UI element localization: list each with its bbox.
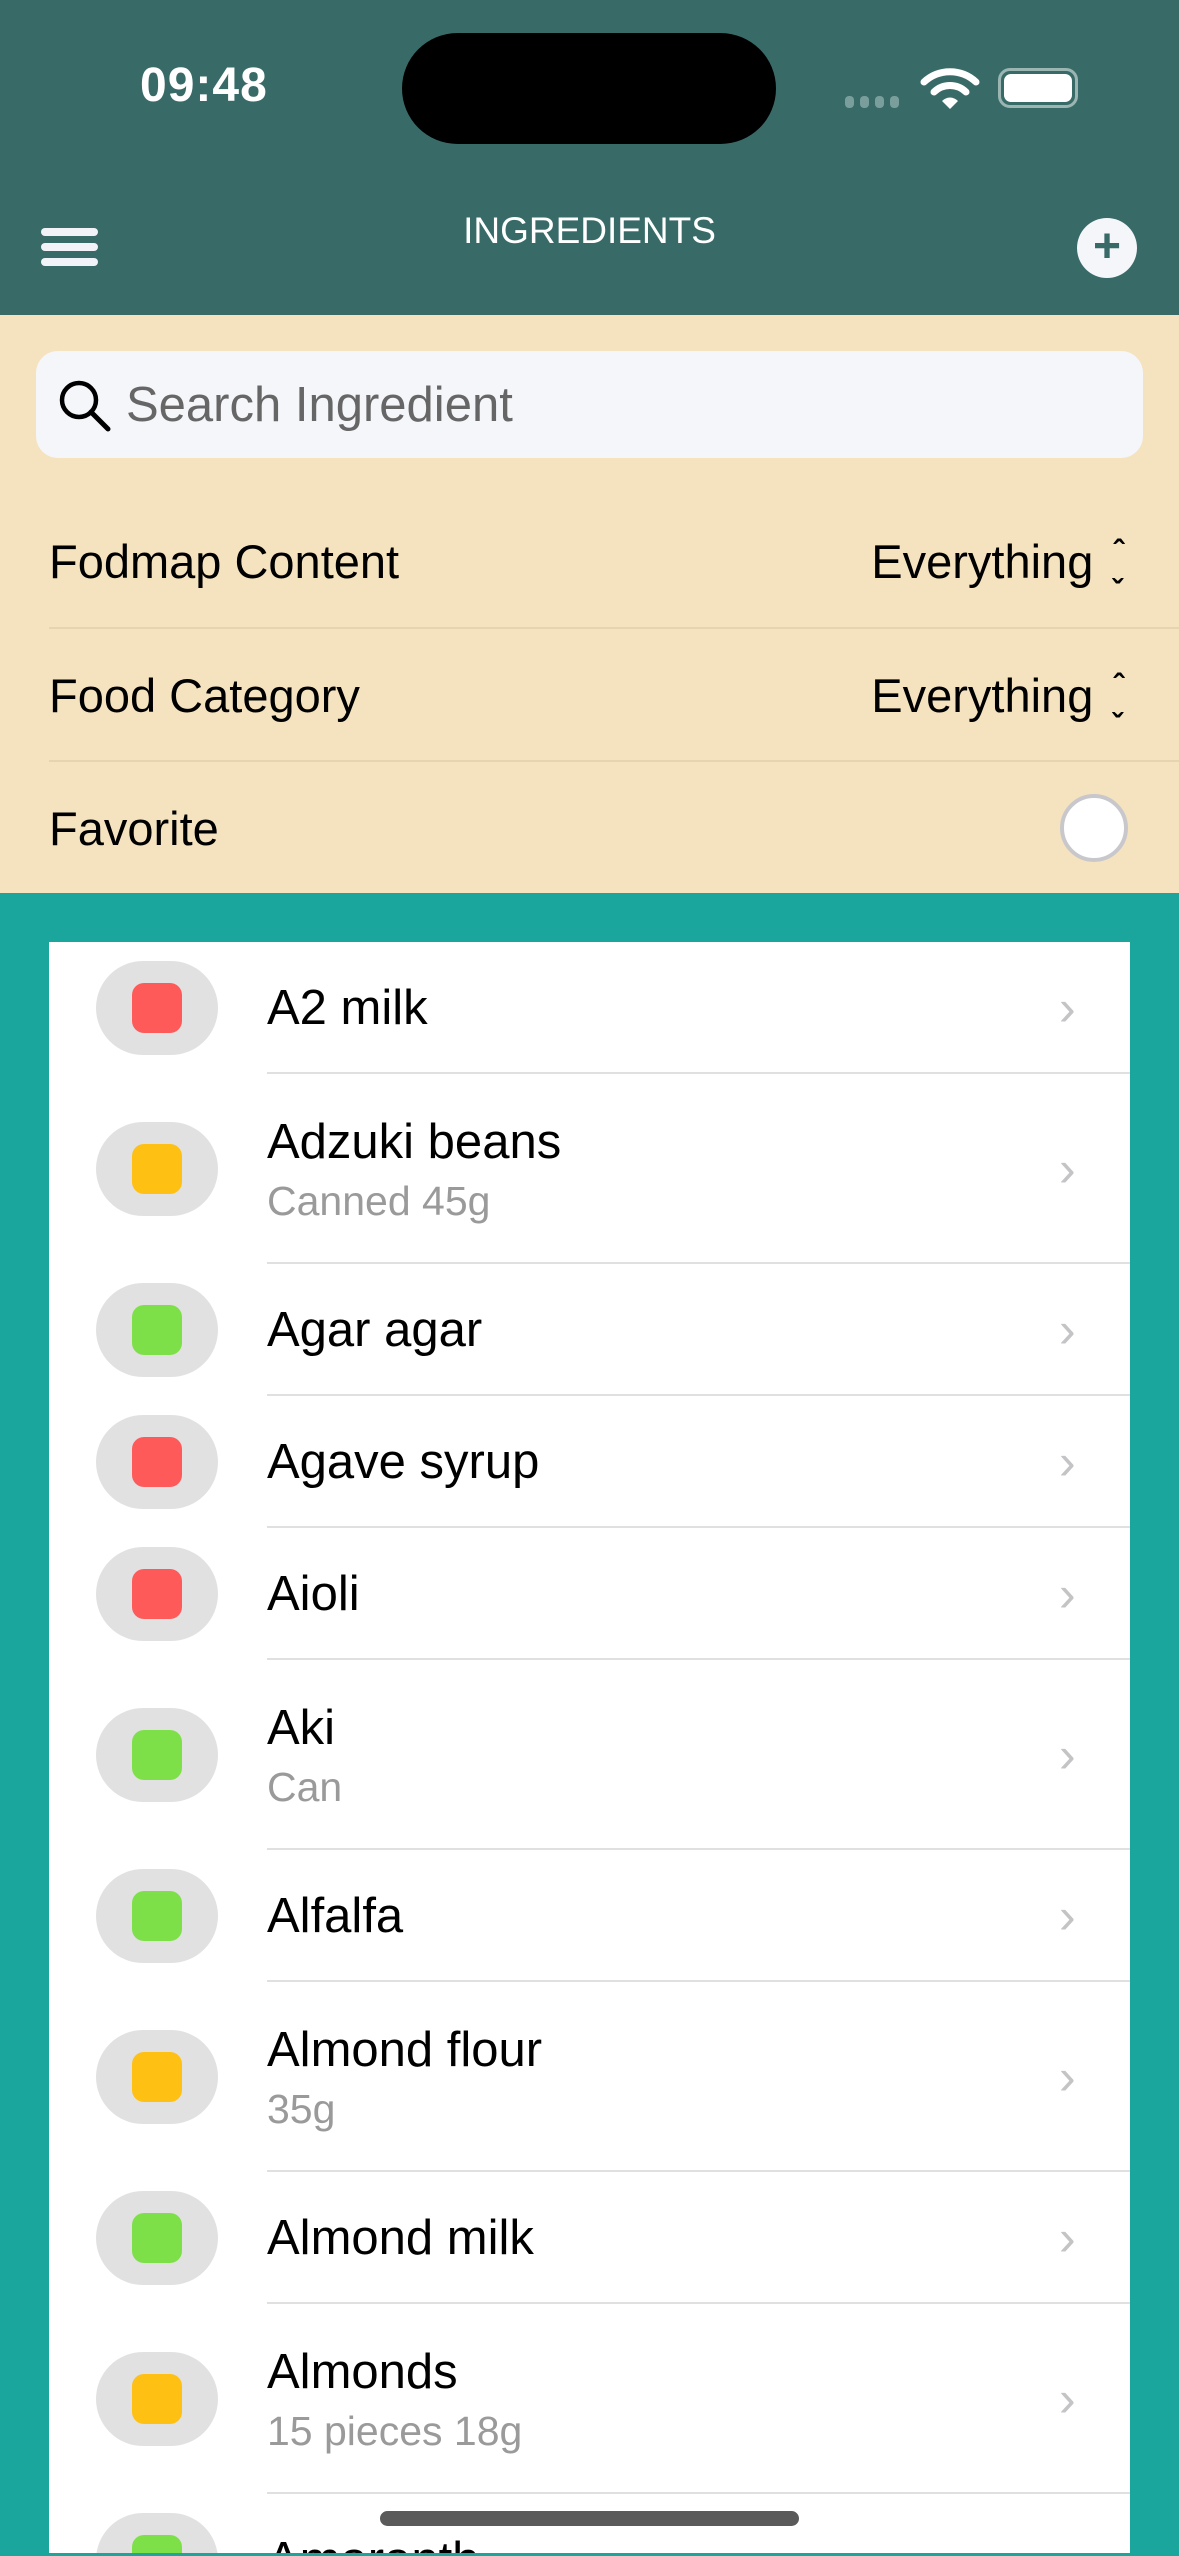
food-category-value: Everything bbox=[871, 668, 1094, 722]
favorite-toggle[interactable] bbox=[1060, 794, 1128, 862]
food-category-picker[interactable]: Food Category Everything ˆˆ bbox=[49, 629, 1179, 761]
list-item[interactable]: Agar agar › bbox=[49, 1264, 1130, 1396]
search-input[interactable] bbox=[126, 376, 1026, 433]
battery-icon bbox=[998, 68, 1078, 108]
fodmap-level-badge bbox=[96, 2513, 218, 2553]
fodmap-level-indicator bbox=[132, 2535, 182, 2553]
fodmap-content-label: Fodmap Content bbox=[49, 534, 400, 588]
fodmap-level-indicator bbox=[132, 1569, 182, 1619]
fodmap-level-indicator bbox=[132, 2213, 182, 2263]
item-name: Almond flour bbox=[267, 2022, 543, 2077]
fodmap-level-indicator bbox=[132, 1144, 182, 1194]
status-time: 09:48 bbox=[140, 59, 268, 112]
chevron-right-icon: › bbox=[1059, 2049, 1076, 2105]
home-indicator[interactable] bbox=[380, 2511, 799, 2526]
favorite-label: Favorite bbox=[49, 801, 219, 855]
search-bar[interactable] bbox=[36, 351, 1143, 458]
chevron-right-icon: › bbox=[1059, 1566, 1076, 1622]
list-item[interactable]: Almond flour 35g › bbox=[49, 1982, 1130, 2172]
item-serving: Can bbox=[267, 1763, 343, 1810]
item-text: Adzuki beans Canned 45g bbox=[267, 1114, 561, 1225]
wifi-icon bbox=[920, 68, 980, 109]
fodmap-level-badge bbox=[96, 1869, 218, 1963]
item-text: Aioli bbox=[267, 1566, 360, 1622]
chevron-right-icon: › bbox=[1059, 1434, 1076, 1490]
item-name: A2 milk bbox=[267, 981, 428, 1035]
fodmap-level-indicator bbox=[132, 2374, 182, 2424]
item-text: Almond milk bbox=[267, 2210, 534, 2266]
chevron-right-icon: › bbox=[1059, 980, 1076, 1036]
fodmap-level-badge bbox=[96, 1708, 218, 1802]
item-name: Aki bbox=[267, 1700, 336, 1755]
chevron-right-icon: › bbox=[1059, 1727, 1076, 1783]
item-name: Amaranth bbox=[267, 2532, 479, 2553]
item-serving: 35g bbox=[267, 2085, 336, 2132]
item-name: Aioli bbox=[267, 1567, 360, 1621]
list-item[interactable]: Almond milk › bbox=[49, 2172, 1130, 2304]
fodmap-level-badge bbox=[96, 1283, 218, 1377]
chevron-right-icon: › bbox=[1059, 2371, 1076, 2427]
chevron-up-down-icon: ˆˆ bbox=[1113, 534, 1124, 588]
favorite-row: Favorite bbox=[49, 762, 1179, 894]
fodmap-level-indicator bbox=[132, 1730, 182, 1780]
chevron-right-icon: › bbox=[1059, 1302, 1076, 1358]
fodmap-level-badge bbox=[96, 2030, 218, 2124]
nav-header: 09:48 INGREDIENTS + bbox=[0, 0, 1179, 315]
page-title: INGREDIENTS bbox=[463, 210, 716, 251]
fodmap-level-badge bbox=[96, 1415, 218, 1509]
item-serving: Canned 45g bbox=[267, 1177, 491, 1224]
item-text: Almond flour 35g bbox=[267, 2022, 542, 2133]
item-text: Aki Can bbox=[267, 1700, 342, 1811]
fodmap-level-badge bbox=[96, 2191, 218, 2285]
search-icon bbox=[59, 380, 111, 431]
fodmap-content-value: Everything bbox=[871, 534, 1094, 588]
chevron-right-icon: › bbox=[1059, 1888, 1076, 1944]
filter-panel: Fodmap Content Everything ˆˆ Food Catego… bbox=[0, 315, 1179, 893]
fodmap-level-badge bbox=[96, 961, 218, 1055]
chevron-right-icon: › bbox=[1059, 2210, 1076, 2266]
item-text: A2 milk bbox=[267, 980, 428, 1036]
item-name: Almond milk bbox=[267, 2211, 534, 2265]
chevron-right-icon: › bbox=[1059, 2531, 1076, 2553]
list-item[interactable]: Agave syrup › bbox=[49, 1396, 1130, 1528]
item-name: Agave syrup bbox=[267, 1435, 540, 1489]
item-text: Agave syrup bbox=[267, 1434, 539, 1490]
food-category-label: Food Category bbox=[49, 668, 360, 722]
fodmap-level-badge bbox=[96, 1547, 218, 1641]
list-item[interactable]: Almonds 15 pieces 18g › bbox=[49, 2304, 1130, 2494]
dynamic-island bbox=[402, 33, 776, 144]
item-text: Agar agar bbox=[267, 1302, 482, 1358]
item-text: Almonds 15 pieces 18g bbox=[267, 2344, 522, 2455]
list-item[interactable]: Aioli › bbox=[49, 1528, 1130, 1660]
item-text: Alfalfa bbox=[267, 1888, 403, 1944]
list-item[interactable]: Aki Can › bbox=[49, 1660, 1130, 1850]
item-text: Amaranth bbox=[267, 2532, 479, 2553]
add-ingredient-button[interactable]: + bbox=[1077, 218, 1137, 278]
list-item[interactable]: A2 milk › bbox=[49, 942, 1130, 1074]
fodmap-level-badge bbox=[96, 1122, 218, 1216]
cellular-icon bbox=[845, 96, 899, 108]
fodmap-level-badge bbox=[96, 2352, 218, 2446]
fodmap-level-indicator bbox=[132, 983, 182, 1033]
item-name: Adzuki beans bbox=[267, 1114, 562, 1169]
fodmap-content-picker[interactable]: Fodmap Content Everything ˆˆ bbox=[49, 495, 1179, 627]
fodmap-level-indicator bbox=[132, 2052, 182, 2102]
chevron-up-down-icon: ˆˆ bbox=[1113, 668, 1124, 722]
ingredient-list[interactable]: A2 milk › Adzuki beans Canned 45g › Agar … bbox=[49, 942, 1130, 2553]
fodmap-level-indicator bbox=[132, 1891, 182, 1941]
list-item[interactable]: Adzuki beans Canned 45g › bbox=[49, 1074, 1130, 1264]
fodmap-level-indicator bbox=[132, 1305, 182, 1355]
list-item[interactable]: Alfalfa › bbox=[49, 1850, 1130, 1982]
chevron-right-icon: › bbox=[1059, 1141, 1076, 1197]
fodmap-level-indicator bbox=[132, 1437, 182, 1487]
item-name: Almonds bbox=[267, 2344, 458, 2399]
item-name: Agar agar bbox=[267, 1303, 483, 1357]
item-serving: 15 pieces 18g bbox=[267, 2407, 523, 2454]
item-name: Alfalfa bbox=[267, 1889, 404, 1943]
